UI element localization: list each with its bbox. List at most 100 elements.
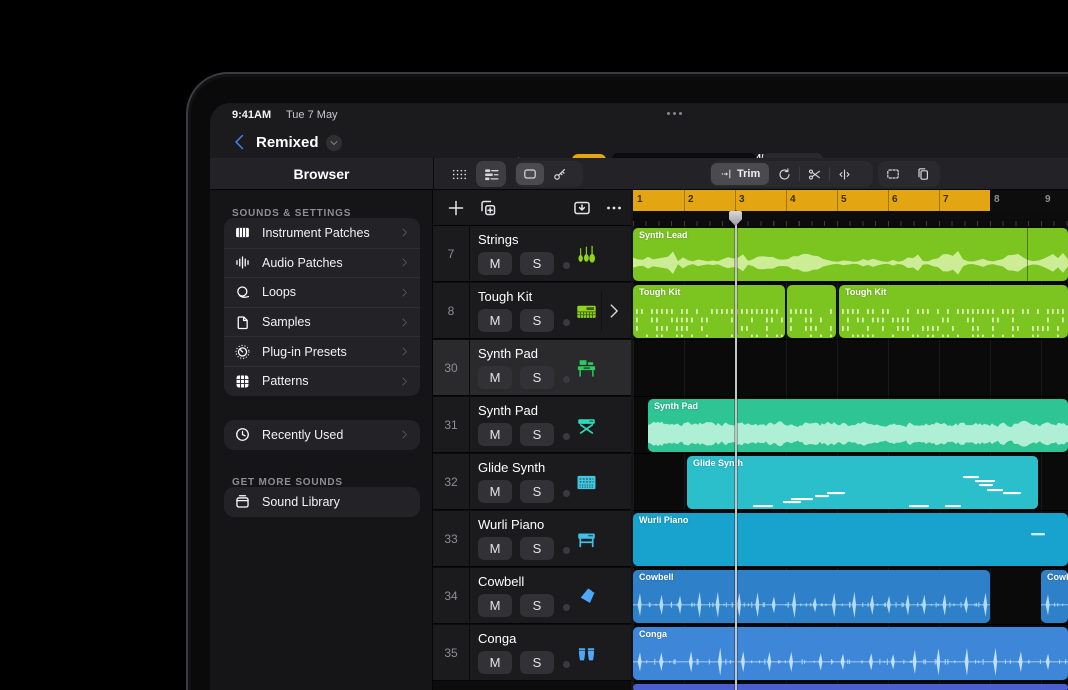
mute-button[interactable]: M [478,423,512,446]
app-screen: 9:41AM Tue 7 May Remixed 00 3 1 1 001 12… [210,103,1068,690]
region-tough-kit[interactable]: Tough Kit [633,285,785,338]
mute-button[interactable]: M [478,651,512,674]
solo-button[interactable]: S [520,480,554,503]
loop-button[interactable] [771,163,798,185]
tracks-list-icon [483,166,500,183]
cycle-region[interactable] [633,190,990,211]
mute-button[interactable]: M [478,480,512,503]
track-expand-button[interactable] [605,302,623,320]
more-options-button[interactable] [603,198,625,218]
track-header-row[interactable]: 33 Wurli Piano M S [433,511,631,567]
track-name: Synth Pad [478,403,538,418]
select-tool-button[interactable] [516,163,544,185]
region-synth-lead[interactable]: Synth Lead [633,228,1068,281]
bar-ruler[interactable]: 123456789 [633,190,1068,226]
track-instrument-icon [575,300,598,323]
scissors-icon [807,167,822,182]
import-button[interactable] [571,198,593,218]
sidebar-item-label: Recently Used [262,428,399,442]
region-wurli-piano[interactable]: Wurli Piano [633,513,1068,566]
mute-button[interactable]: M [478,252,512,275]
rect-tool-icon [522,166,538,182]
mute-button[interactable]: M [478,366,512,389]
track-name: Strings [478,232,518,247]
playhead[interactable] [735,211,737,690]
bar-number: 9 [1045,194,1051,205]
multitasking-indicator-icon[interactable] [667,112,682,115]
region-label: Tough Kit [845,287,886,297]
project-title[interactable]: Remixed [256,134,319,151]
solo-button[interactable]: S [520,309,554,332]
split-tool-icon [837,167,852,182]
mute-button[interactable]: M [478,594,512,617]
region-conga[interactable]: Conga [633,627,1068,680]
track-header-row[interactable]: 32 Glide Synth M S [433,454,631,510]
track-instrument-icon [575,357,598,380]
solo-button[interactable]: S [520,651,554,674]
app-header: Remixed 00 3 1 1 001 127.0 4/4 C maj 123… [210,127,1068,158]
region-cowbell[interactable]: Cowbell [1041,570,1068,623]
marketing-canvas: 9:41AM Tue 7 May Remixed 00 3 1 1 001 12… [0,0,1068,690]
sidebar-item-patterns[interactable]: Patterns [224,366,420,396]
track-header-row[interactable]: 7 Strings M S [433,226,631,282]
stretch-button[interactable] [831,163,858,185]
solo-button[interactable]: S [520,366,554,389]
solo-button[interactable]: S [520,537,554,560]
mute-button[interactable]: M [478,309,512,332]
track-header-row[interactable]: 8 Tough Kit M S [433,283,631,339]
chevron-right-icon [399,257,410,268]
bar-number: 4 [790,194,796,205]
status-bar: 9:41AM Tue 7 May [210,103,1068,127]
sidebar-item-recently-used[interactable]: Recently Used [224,420,420,450]
region-tough-kit[interactable]: Tough Kit [839,285,1068,338]
sidebar-item-samples[interactable]: Samples [224,307,420,337]
mute-button[interactable]: M [478,537,512,560]
grid-view-button[interactable] [444,161,474,187]
track-status-dot [563,376,570,383]
track-header-row[interactable]: 30 Synth Pad M S [433,340,631,396]
marquee-button[interactable] [879,163,907,185]
sidebar-item-sound-library[interactable]: Sound Library [224,487,420,517]
grid-dots-icon [451,166,468,183]
region-cowbell[interactable]: Cowbell [633,570,990,623]
edit-function-segment: Trim [710,161,873,187]
sidebar-item-plug-in-presets[interactable]: Plug-in Presets [224,336,420,366]
track-number: 33 [433,511,470,566]
sidebar-item-instrument-patches[interactable]: Instrument Patches [224,218,420,248]
duplicate-track-button[interactable] [477,198,499,218]
track-header-row[interactable]: 35 Conga M S [433,625,631,681]
region-clip[interactable] [633,684,1068,690]
project-menu-button[interactable] [326,135,342,151]
tracks-view-button[interactable] [476,161,506,187]
trim-button[interactable]: Trim [711,163,769,185]
sidebar-card: Instrument Patches Audio Patches Loops S… [224,218,420,396]
region-glide-synth[interactable]: Glide Synth [687,456,1038,509]
sidebar-item-label: Samples [262,315,399,329]
track-status-dot [563,490,570,497]
track-instrument-icon [575,243,598,266]
split-button[interactable] [801,163,828,185]
sidebar-card: Sound Library [224,487,420,517]
solo-button[interactable]: S [520,252,554,275]
solo-button[interactable]: S [520,594,554,617]
solo-button[interactable]: S [520,423,554,446]
region-waveform [633,524,1068,565]
track-header-row[interactable]: 34 Cowbell M S [433,568,631,624]
sidebar-card: Recently Used [224,420,420,450]
pencil-tool-button[interactable] [546,163,574,185]
region-clip[interactable] [787,285,836,338]
back-button[interactable] [230,132,250,152]
add-track-button[interactable] [445,198,467,218]
ruler-tick-strip[interactable] [633,211,1068,226]
track-header-row[interactable]: 31 Synth Pad M S [433,397,631,453]
sidebar-item-audio-patches[interactable]: Audio Patches [224,248,420,278]
region-waveform [787,296,836,337]
region-synth-pad[interactable]: Synth Pad [648,399,1068,452]
grid-pattern-icon [234,373,251,390]
sidebar-item-label: Plug-in Presets [262,345,399,359]
duplicate-icon [477,198,499,218]
copy-button[interactable] [909,163,937,185]
dial-icon [234,343,251,360]
sidebar-item-loops[interactable]: Loops [224,277,420,307]
track-instrument-icon [575,471,598,494]
